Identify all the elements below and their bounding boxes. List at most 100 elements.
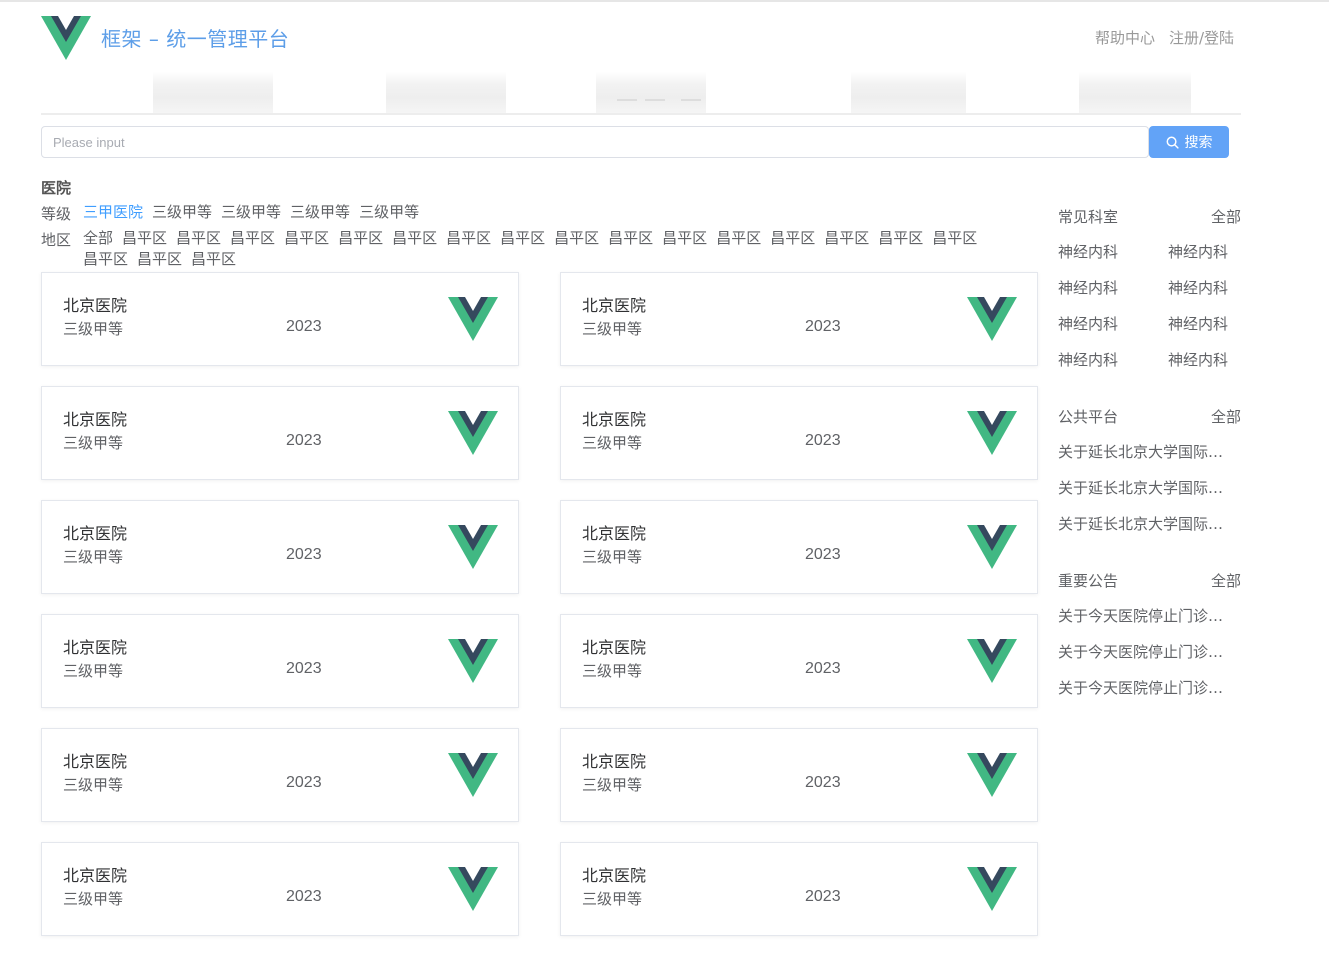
department-item[interactable]: 神经内科 [1168, 242, 1241, 262]
region-option[interactable]: 昌平区 [284, 229, 329, 248]
department-item[interactable]: 神经内科 [1058, 278, 1168, 298]
search-icon [1166, 136, 1179, 149]
hospital-logo-icon [967, 639, 1017, 683]
hospital-card[interactable]: 北京医院 三级甲等 2023 [41, 614, 519, 708]
hospital-card[interactable]: 北京医院 三级甲等 2023 [41, 386, 519, 480]
app-title[interactable]: 框架 – 统一管理平台 [101, 23, 289, 52]
level-option[interactable]: 三级甲等 [152, 203, 212, 224]
region-option[interactable]: 昌平区 [338, 229, 383, 248]
hospital-card[interactable]: 北京医院三级甲等 2023 [560, 842, 1038, 936]
department-item[interactable]: 神经内科 [1168, 278, 1241, 298]
region-option[interactable]: 昌平区 [137, 250, 182, 269]
region-option[interactable]: 昌平区 [500, 229, 545, 248]
platform-item[interactable]: 关于延长北京大学国际医院... [1058, 442, 1236, 462]
vue-logo-icon[interactable] [41, 16, 91, 61]
hospital-card[interactable]: 北京医院 三级甲等 2023 [41, 272, 519, 366]
hospital-logo-icon [448, 411, 498, 455]
search-button[interactable]: 搜索 [1149, 126, 1229, 158]
region-option[interactable]: 全部 [83, 229, 113, 248]
department-item[interactable]: 神经内科 [1058, 314, 1168, 334]
department-item[interactable]: 神经内科 [1058, 242, 1168, 262]
notices-panel: 重要公告 全部 关于今天医院停止门诊的通知 关于今天医院停止门诊的通知 关于今天医院… [1058, 570, 1241, 714]
region-option[interactable]: 昌平区 [554, 229, 599, 248]
department-item[interactable]: 神经内科 [1168, 314, 1241, 334]
public-platform-panel: 公共平台 全部 关于延长北京大学国际医院... 关于延长北京大学国际医院... 关于… [1058, 406, 1241, 550]
hospital-level: 三级甲等 [63, 548, 124, 566]
hospital-level: 三级甲等 [63, 320, 124, 338]
banner-carousel[interactable] [41, 72, 1241, 115]
level-filter: 等级 三甲医院 三级甲等 三级甲等 三级甲等 三级甲等 [41, 203, 419, 224]
level-option[interactable]: 三级甲等 [221, 203, 281, 224]
carousel-indicator[interactable] [645, 99, 665, 101]
hospital-card[interactable]: 北京医院 三级甲等 2023 [560, 272, 1038, 366]
level-option[interactable]: 三级甲等 [359, 203, 419, 224]
hospital-time: 2023 [805, 888, 841, 905]
hospital-time: 2023 [805, 546, 841, 563]
search-input[interactable] [41, 126, 1149, 158]
hospital-level: 三级甲等 [582, 890, 643, 908]
notice-item[interactable]: 关于今天医院停止门诊的通知 [1058, 606, 1236, 626]
region-option[interactable]: 昌平区 [83, 250, 128, 269]
hospital-logo-icon [967, 753, 1017, 797]
hospital-card[interactable]: 北京医院 三级甲等 2023 [41, 842, 519, 936]
hospital-card[interactable]: 北京医院 三级甲等 2023 [41, 728, 519, 822]
platform-all-link[interactable]: 全部 [1211, 406, 1241, 427]
hospital-level: 三级甲等 [582, 434, 643, 452]
hospital-time: 2023 [286, 318, 322, 335]
notice-item[interactable]: 关于今天医院停止门诊的通知 [1058, 678, 1236, 698]
region-option[interactable]: 昌平区 [932, 229, 977, 248]
region-option[interactable]: 昌平区 [608, 229, 653, 248]
region-option[interactable]: 昌平区 [122, 229, 167, 248]
region-option[interactable]: 昌平区 [662, 229, 707, 248]
hospital-logo-icon [967, 525, 1017, 569]
common-departments-panel: 常见科室 全部 神经内科 神经内科 神经内科 神经内科 神经内科 神经内科 神经内科 神经内科 [1058, 206, 1241, 370]
hospital-level: 三级甲等 [582, 776, 643, 794]
platform-item[interactable]: 关于延长北京大学国际医院... [1058, 514, 1236, 534]
hospital-time: 2023 [805, 432, 841, 449]
region-option[interactable]: 昌平区 [392, 229, 437, 248]
hospital-card[interactable]: 北京医院 三级甲等 2023 [41, 500, 519, 594]
hospital-logo-icon [448, 525, 498, 569]
hospital-name: 北京医院 [582, 866, 647, 885]
region-option[interactable]: 昌平区 [176, 229, 221, 248]
hospital-name: 北京医院 [63, 638, 128, 657]
platform-item[interactable]: 关于延长北京大学国际医院... [1058, 478, 1236, 498]
hospital-card[interactable]: 北京医院 三级甲等 2023 [560, 728, 1038, 822]
region-option[interactable]: 昌平区 [191, 250, 236, 269]
notice-item[interactable]: 关于今天医院停止门诊的通知 [1058, 642, 1236, 662]
region-option[interactable]: 昌平区 [878, 229, 923, 248]
hospital-list: 北京医院 三级甲等 2023 北京医院 三级甲等 2023 北京医院 三级甲等 2023 北京医院… [41, 272, 1038, 936]
hospital-name: 北京医院 [582, 638, 647, 657]
department-item[interactable]: 神经内科 [1058, 350, 1168, 370]
carousel-indicator[interactable] [617, 99, 637, 101]
region-option[interactable]: 昌平区 [770, 229, 815, 248]
hospital-logo-icon [448, 639, 498, 683]
hospital-name: 北京医院 [63, 410, 128, 429]
region-option[interactable]: 昌平区 [446, 229, 491, 248]
hospital-logo-icon [448, 867, 498, 911]
notices-all-link[interactable]: 全部 [1211, 570, 1241, 591]
departments-title: 常见科室 [1058, 208, 1119, 226]
region-option[interactable]: 昌平区 [824, 229, 869, 248]
level-option[interactable]: 三级甲等 [290, 203, 350, 224]
hospital-card[interactable]: 北京医院 三级甲等 2023 [560, 500, 1038, 594]
departments-all-link[interactable]: 全部 [1211, 206, 1241, 227]
platform-title: 公共平台 [1058, 408, 1119, 426]
region-option[interactable]: 昌平区 [230, 229, 275, 248]
region-option[interactable]: 昌平区 [716, 229, 761, 248]
hospital-name: 北京医院 [63, 752, 128, 771]
carousel-indicator[interactable] [681, 99, 701, 101]
hospital-time: 2023 [805, 660, 841, 677]
hospital-level: 三级甲等 [582, 662, 643, 680]
hospital-name: 北京医院 [63, 866, 128, 885]
hospital-card[interactable]: 北京医院三级甲等 2023 [560, 614, 1038, 708]
hospital-logo-icon [967, 411, 1017, 455]
top-divider [0, 0, 1329, 2]
level-option[interactable]: 三甲医院 [83, 203, 143, 224]
hospital-level: 三级甲等 [63, 890, 124, 908]
notices-title: 重要公告 [1058, 572, 1119, 590]
help-center-link[interactable]: 帮助中心 [1095, 27, 1155, 48]
hospital-card[interactable]: 北京医院 三级甲等 2023 [560, 386, 1038, 480]
department-item[interactable]: 神经内科 [1168, 350, 1241, 370]
register-login-link[interactable]: 注册/登陆 [1169, 27, 1234, 48]
